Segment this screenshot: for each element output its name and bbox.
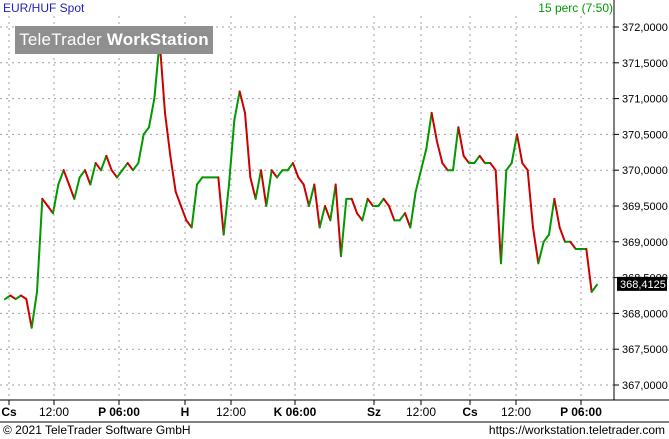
copyright-text: © 2021 TeleTrader Software GmbH xyxy=(3,423,191,437)
plot-area xyxy=(0,16,614,399)
x-tick-label: P 06:00 xyxy=(560,405,602,419)
x-tick-label: P 06:00 xyxy=(98,405,140,419)
y-axis: 372,0000 371,5000 371,0000 370,5000 370,0000… xyxy=(614,22,668,392)
x-tick-label: 12:00 xyxy=(39,405,69,419)
y-tick-label: 371,0000 xyxy=(622,94,668,106)
instrument-title: EUR/HUF Spot xyxy=(3,1,85,15)
timeframe-label: 15 perc (7:50) xyxy=(538,1,613,15)
x-tick-label: K 06:00 xyxy=(274,405,317,419)
y-tick-label: 369,0000 xyxy=(622,237,668,249)
y-tick-label: 370,0000 xyxy=(622,165,668,177)
last-value-label: 368,4125 xyxy=(620,279,666,291)
x-axis: Cs 12:00 P 06:00 H 12:00 K 06:00 Sz 12:00 Cs 12:0… xyxy=(1,400,602,419)
x-tick-label: 12:00 xyxy=(406,405,436,419)
x-tick-label: 12:00 xyxy=(216,405,246,419)
teletrader-logo: TeleTrader WorkStation xyxy=(15,26,213,54)
last-value-marker: 368,4125 xyxy=(617,276,667,291)
y-tick-label: 370,5000 xyxy=(622,129,668,141)
logo-text-1: TeleTrader xyxy=(19,30,102,49)
price-chart: 372,0000 371,5000 371,0000 370,5000 370,0000… xyxy=(0,0,669,423)
x-tick-label: 12:00 xyxy=(501,405,531,419)
x-tick-label: Cs xyxy=(462,405,478,419)
x-tick-label: H xyxy=(181,405,190,419)
y-tick-label: 372,0000 xyxy=(622,22,668,34)
y-tick-label: 368,0000 xyxy=(622,308,668,320)
y-tick-label: 369,5000 xyxy=(622,201,668,213)
logo-text-2: WorkStation xyxy=(106,30,209,49)
x-tick-label: Sz xyxy=(367,405,381,419)
x-tick-label: Cs xyxy=(1,405,17,419)
y-tick-label: 371,5000 xyxy=(622,58,668,70)
y-tick-label: 367,5000 xyxy=(622,344,668,356)
footer-url[interactable]: https://workstation.teletrader.com xyxy=(489,423,665,437)
y-tick-label: 367,0000 xyxy=(622,380,668,392)
